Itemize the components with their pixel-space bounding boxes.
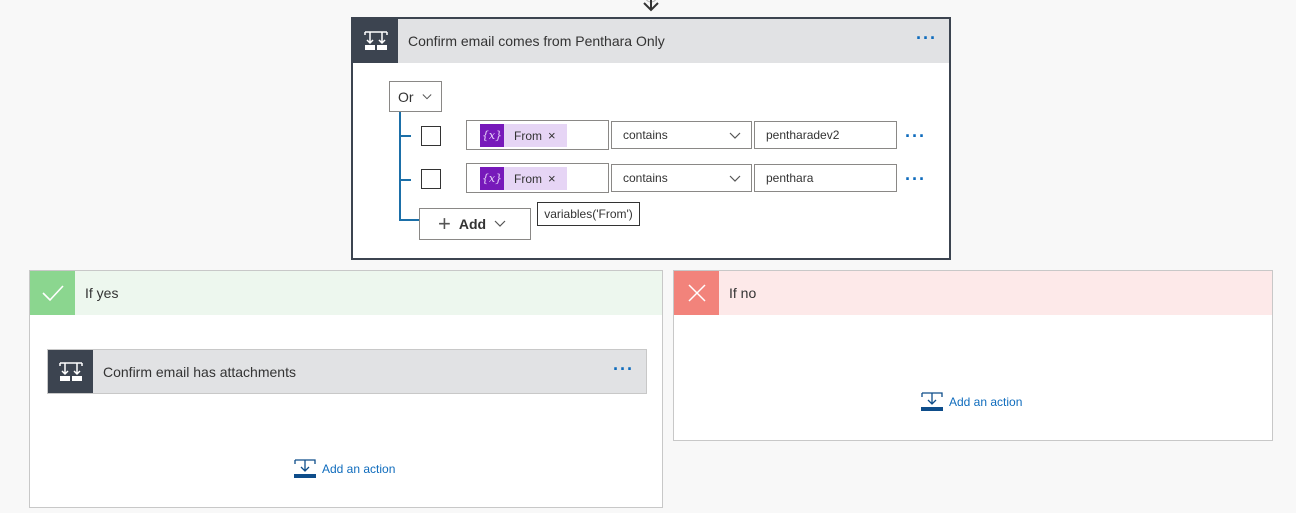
check-icon — [30, 271, 75, 315]
condition-icon — [353, 19, 398, 63]
close-icon — [674, 271, 719, 315]
row-checkbox[interactable] — [421, 126, 441, 146]
tree-branch — [399, 135, 411, 137]
condition-more-button[interactable]: ··· — [916, 29, 937, 47]
connector-arrow-icon — [643, 0, 659, 12]
group-operator-dropdown[interactable]: Or — [389, 81, 442, 112]
action-card[interactable]: Confirm email has attachments ··· — [47, 349, 647, 394]
variable-icon: {x} — [480, 167, 504, 190]
operator-value: contains — [623, 128, 668, 142]
tree-branch — [399, 219, 421, 221]
add-action-icon — [921, 392, 943, 411]
group-operator-value: Or — [398, 88, 414, 105]
remove-token-button[interactable]: × — [548, 128, 556, 143]
plus-icon: + — [438, 211, 451, 236]
operator-dropdown[interactable]: contains — [611, 121, 752, 149]
token-label: From — [514, 171, 542, 186]
left-operand-field[interactable]: {x} From × — [466, 120, 609, 150]
add-action-button[interactable]: Add an action — [294, 459, 395, 479]
branch-header-no[interactable]: If no — [674, 271, 1272, 315]
operator-value: contains — [623, 171, 668, 185]
remove-token-button[interactable]: × — [548, 171, 556, 186]
add-action-label: Add an action — [949, 395, 1023, 409]
operator-dropdown[interactable]: contains — [611, 164, 752, 192]
tree-branch — [399, 179, 411, 181]
add-button-label: Add — [458, 216, 487, 232]
add-button[interactable]: + Add — [419, 208, 531, 240]
add-action-label: Add an action — [322, 462, 396, 476]
branch-if-no: If no Add an action — [673, 270, 1273, 441]
left-operand-field[interactable]: {x} From × — [466, 163, 609, 193]
action-title: Confirm email has attachments — [103, 363, 296, 380]
variable-icon: {x} — [480, 124, 504, 147]
value-input[interactable] — [754, 164, 897, 192]
branch-header-yes[interactable]: If yes — [30, 271, 662, 315]
expression-tooltip: variables('From') — [537, 202, 640, 226]
add-action-icon — [294, 459, 316, 478]
row-more-button[interactable]: ··· — [905, 170, 926, 188]
chevron-down-icon — [422, 93, 432, 99]
condition-icon — [48, 350, 93, 393]
chevron-down-icon — [729, 175, 741, 182]
chevron-down-icon — [729, 132, 741, 139]
row-checkbox[interactable] — [421, 169, 441, 189]
branch-if-yes: If yes Confirm email has attachments ···… — [29, 270, 663, 508]
condition-card: Confirm email comes from Penthara Only ·… — [351, 17, 951, 260]
token-label: From — [514, 128, 542, 143]
variable-token: {x} From × — [480, 167, 567, 190]
condition-title: Confirm email comes from Penthara Only — [408, 33, 665, 49]
action-more-button[interactable]: ··· — [613, 360, 634, 378]
branch-title: If yes — [85, 285, 119, 301]
value-input[interactable] — [754, 121, 897, 149]
condition-card-header[interactable]: Confirm email comes from Penthara Only ·… — [353, 19, 949, 63]
chevron-down-icon — [494, 220, 506, 227]
row-more-button[interactable]: ··· — [905, 127, 926, 145]
variable-token: {x} From × — [480, 124, 567, 147]
branch-title: If no — [729, 285, 757, 301]
tree-line — [399, 112, 401, 221]
add-action-button[interactable]: Add an action — [921, 392, 1022, 412]
